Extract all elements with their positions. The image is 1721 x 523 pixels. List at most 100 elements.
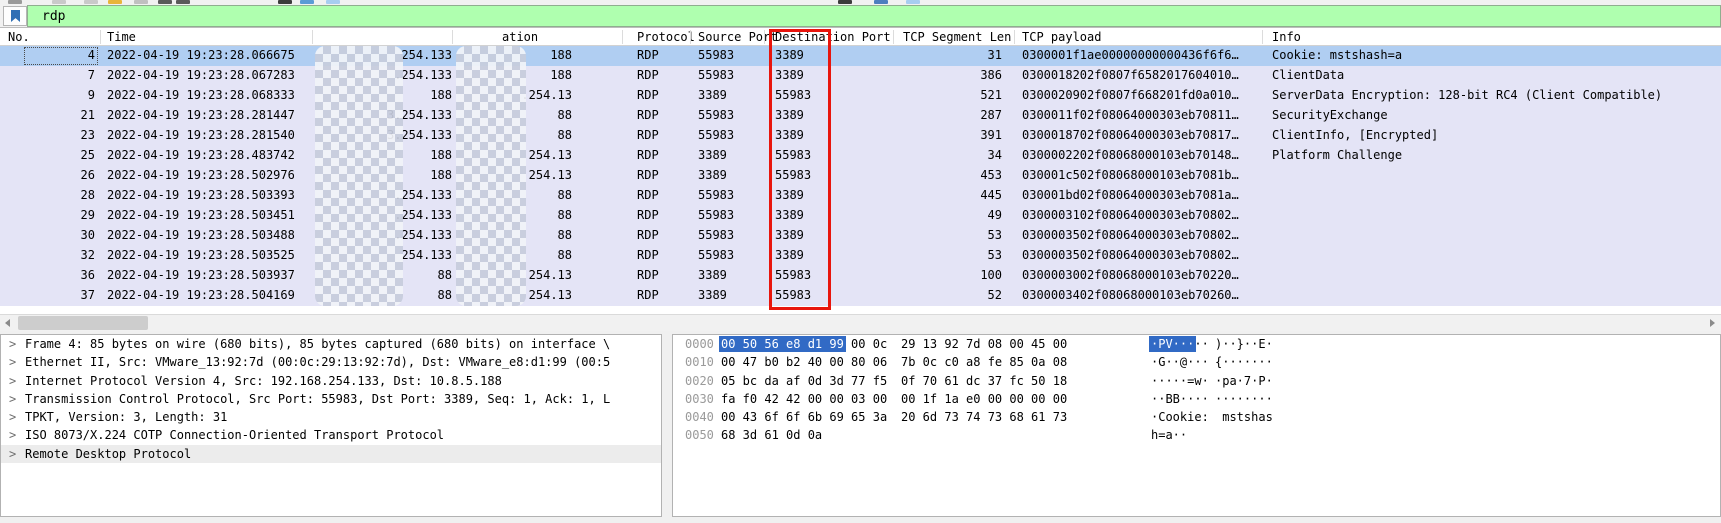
packet-cell-no: 32 [0,248,95,262]
hex-row[interactable]: 004000 43 6f 6f 6b 69 65 3a20 6d 73 74 7… [673,408,1720,426]
expand-chevron-icon[interactable]: > [9,355,16,369]
expand-chevron-icon[interactable]: > [9,337,16,351]
detail-tree-row[interactable]: >Remote Desktop Protocol [1,445,661,463]
packet-cell-tcp_payload: 0300001f1ae00000000000436f6f6… [1022,48,1239,62]
expand-chevron-icon[interactable]: > [9,428,16,442]
toolbar-icon-sliver[interactable] [8,0,22,4]
packet-cell-protocol: RDP [637,148,659,162]
toolbar-icon-sliver[interactable] [84,0,98,4]
packet-bytes-pane: 000000 50 56 e8 d1 99 00 0c29 13 92 7d 0… [672,334,1721,517]
hex-bytes-group1[interactable]: fa f0 42 42 00 00 03 00 [721,392,887,406]
toolbar-icon-sliver[interactable] [838,0,852,4]
hex-bytes-group2[interactable]: 29 13 92 7d 08 00 45 00 [901,337,1067,351]
scroll-left-button[interactable] [0,315,17,331]
packet-row[interactable]: 92022-04-19 19:23:28.068333188.254.13RDP… [0,86,1721,106]
packet-row[interactable]: 302022-04-19 19:23:28.503488.254.13388RD… [0,226,1721,246]
expand-chevron-icon[interactable]: > [9,392,16,406]
packet-row[interactable]: 252022-04-19 19:23:28.483742188254.13RDP… [0,146,1721,166]
toolbar-icon-sliver[interactable] [108,0,122,4]
hex-row[interactable]: 001000 47 b0 b2 40 00 80 067b 0c c0 a8 f… [673,353,1720,371]
column-header-tcp-segment-len[interactable]: TCP Segment Len [903,30,1011,44]
annotation-red-rectangle [769,29,831,310]
packet-cell-protocol: RDP [637,188,659,202]
packet-cell-no: 30 [0,228,95,242]
toolbar-icon-sliver[interactable] [52,0,66,4]
detail-tree-row[interactable]: >Internet Protocol Version 4, Src: 192.1… [1,372,661,390]
toolbar-icon-sliver[interactable] [300,0,314,4]
detail-tree-row[interactable]: >Ethernet II, Src: VMware_13:92:7d (00:0… [1,353,661,371]
packet-row[interactable]: 322022-04-19 19:23:28.503525254.13388RDP… [0,246,1721,266]
packet-row[interactable]: 42022-04-19 19:23:28.066675254.133188RDP… [0,46,1721,66]
hex-bytes-group1[interactable]: 00 50 56 e8 d1 99 00 0c [721,337,887,351]
packet-cell-no: 7 [0,68,95,82]
detail-tree-row[interactable]: >Transmission Control Protocol, Src Port… [1,390,661,408]
pane-splitter[interactable] [662,334,672,517]
selected-bytes[interactable]: 00 50 56 e8 d1 99 [719,336,846,352]
hex-bytes-group1[interactable]: 00 47 b0 b2 40 00 80 06 [721,355,887,369]
hex-bytes-group1[interactable]: 68 3d 61 0d 0a [721,428,822,442]
column-header-info[interactable]: Info [1272,30,1301,44]
hex-row[interactable]: 000000 50 56 e8 d1 99 00 0c29 13 92 7d 0… [673,335,1720,353]
toolbar-icon-sliver[interactable] [176,0,190,4]
column-separator[interactable] [764,30,765,44]
column-header-protocol[interactable]: Protocol [637,30,695,44]
hex-bytes-group2[interactable]: 7b 0c c0 a8 fe 85 0a 08 [901,355,1067,369]
column-separator[interactable] [1014,30,1015,44]
toolbar-icon-sliver[interactable] [134,0,148,4]
packet-cell-info: Platform Challenge [1272,148,1402,162]
packet-cell-no: 9 [0,88,95,102]
packet-row[interactable]: 292022-04-19 19:23:28.503451.254.13388RD… [0,206,1721,226]
column-separator[interactable] [1262,30,1263,44]
column-separator[interactable] [893,30,894,44]
detail-tree-row[interactable]: >TPKT, Version: 3, Length: 31 [1,408,661,426]
hex-bytes-group1[interactable]: 05 bc da af 0d 3d 77 f5 [721,374,887,388]
column-header-time[interactable]: Time [107,30,136,44]
packet-row[interactable]: 232022-04-19 19:23:28.2815403.254.13388R… [0,126,1721,146]
detail-tree-row[interactable]: >Frame 4: 85 bytes on wire (680 bits), 8… [1,335,661,353]
packet-cell-no: 26 [0,168,95,182]
hex-bytes-group2[interactable]: 00 1f 1a e0 00 00 00 00 [901,392,1067,406]
column-separator[interactable] [100,30,101,44]
packet-cell-tcp_segment_len: 53 [895,248,1002,262]
packet-cell-tcp_segment_len: 445 [895,188,1002,202]
column-header-tcp-payload[interactable]: TCP payload [1022,30,1101,44]
scrollbar-thumb[interactable] [18,316,148,330]
expand-chevron-icon[interactable]: > [9,447,16,461]
expand-chevron-icon[interactable]: > [9,410,16,424]
column-separator[interactable] [312,30,313,44]
expand-chevron-icon[interactable]: > [9,374,16,388]
toolbar-icon-sliver[interactable] [906,0,920,4]
scroll-right-button[interactable] [1704,315,1721,331]
detail-tree-row[interactable]: >ISO 8073/X.224 COTP Connection-Oriented… [1,426,661,444]
packet-cell-time: 2022-04-19 19:23:28.068333 [107,88,295,102]
hex-offset: 0020 [685,374,714,388]
packet-cell-tcp_payload: 0300003002f08068000103eb70220… [1022,268,1239,282]
hex-row[interactable]: 0020 05 bc da af 0d 3d 77 f5 0f 70 61 dc 3… [673,372,1720,390]
hex-row[interactable]: 0030fa f0 42 42 00 00 03 0000 1f 1a e0 0… [673,390,1720,408]
packet-row[interactable]: 362022-04-19 19:23:28.50393788254.13RDP3… [0,266,1721,286]
column-header-no[interactable]: No. [8,30,30,44]
toolbar-icon-sliver[interactable] [326,0,340,4]
packet-cell-src_port: 55983 [698,208,734,222]
column-separator[interactable] [690,30,691,44]
toolbar-icon-sliver[interactable] [158,0,172,4]
toolbar-icon-sliver[interactable] [874,0,888,4]
horizontal-scrollbar[interactable] [0,314,1721,331]
packet-row[interactable]: 72022-04-19 19:23:28.067283.254.133188RD… [0,66,1721,86]
packet-row[interactable]: 372022-04-19 19:23:28.50416988254.13RDP3… [0,286,1721,306]
hex-bytes-group1[interactable]: 00 43 6f 6f 6b 69 65 3a [721,410,887,424]
column-header-destination-fragment[interactable]: ation [502,30,538,44]
packet-row[interactable]: 282022-04-19 19:23:28.503393.254.13388RD… [0,186,1721,206]
column-separator[interactable] [452,30,453,44]
hex-bytes-group2[interactable]: 0f 70 61 dc 37 fc 50 18 [901,374,1067,388]
packet-row[interactable]: 262022-04-19 19:23:28.502976188254.13RDP… [0,166,1721,186]
hex-row[interactable]: 005068 3d 61 0d 0ah=a·· [673,426,1720,444]
packet-row[interactable]: 212022-04-19 19:23:28.2814473.254.13388R… [0,106,1721,126]
hex-bytes-group2[interactable]: 20 6d 73 74 73 68 61 73 [901,410,1067,424]
packet-cell-time: 2022-04-19 19:23:28.503525 [107,248,295,262]
toolbar-icon-sliver[interactable] [278,0,292,4]
display-filter-input[interactable]: rdp [27,5,1721,27]
filter-bookmark-button[interactable] [3,6,27,26]
column-separator[interactable] [622,30,623,44]
column-header-source-port[interactable]: Source Port [698,30,777,44]
